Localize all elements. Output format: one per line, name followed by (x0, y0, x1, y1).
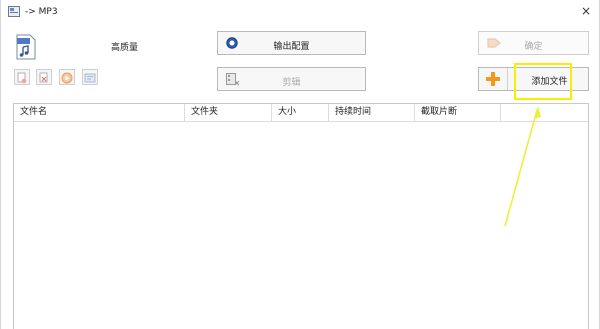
annotation-arrow (504, 106, 541, 227)
app-window: -> MP3 × 高质量 输出配置 剪辑 确定 添加文件 文件名 文件夹 大小 … (0, 0, 600, 329)
